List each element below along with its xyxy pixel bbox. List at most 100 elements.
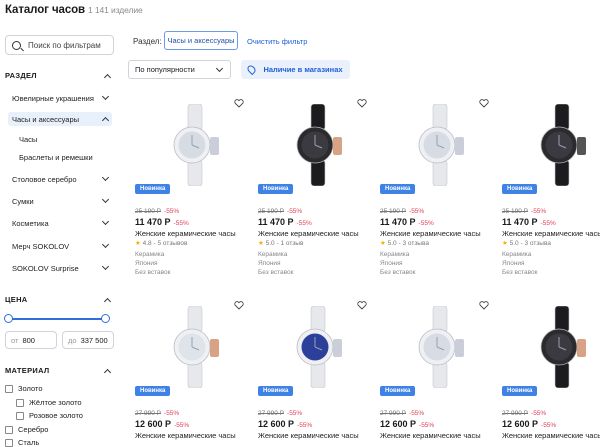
material-gold-checkbox[interactable]: Золото [5,384,43,393]
category-bags[interactable]: Сумки [8,194,112,208]
chevron-up-icon [103,368,112,376]
current-price: 12 600 Р -55% [258,419,312,429]
current-price: 11 470 Р -55% [380,217,434,227]
discount: -55% [409,410,425,417]
product-attributes: Керамика Япония Без вставок [135,250,171,277]
product-card[interactable]: Новинка 25 190 Р -55% 11 470 Р -55% Женски… [380,98,492,276]
material-header[interactable]: МАТЕРИАЛ [5,366,112,376]
price-header[interactable]: ЦЕНА [5,295,112,305]
new-badge: Новинка [502,184,538,194]
chevron-down-icon [101,195,110,204]
favorite-heart-icon[interactable] [357,300,367,310]
sort-select[interactable]: По популярности [128,60,231,79]
price-from-input[interactable]: от 800 [5,331,57,349]
product-name[interactable]: Женские керамические часы [258,229,359,238]
old-price: 27 990 Р -55% [135,410,179,417]
price-slider-track[interactable] [8,318,106,320]
attribute-material: Керамика [135,251,165,258]
star-icon: ★ [502,240,508,247]
old-price: 27 990 Р -55% [380,410,424,417]
favorite-heart-icon[interactable] [479,300,489,310]
product-name[interactable]: Женские керамические часы [380,431,481,440]
old-price-value: 25 190 Р [380,208,407,215]
category-label: Косметика [12,218,49,228]
checkbox-box [16,411,24,420]
product-card[interactable]: Новинка 25 190 Р -55% 11 470 Р -55% Женски… [135,98,247,276]
favorite-heart-icon[interactable] [234,98,244,108]
watch-image[interactable] [522,306,600,388]
favorite-heart-icon[interactable] [357,98,367,108]
checkbox-box [5,425,13,434]
star-icon: ★ [258,240,264,247]
discount: -55% [531,208,547,215]
product-name[interactable]: Женские керамические часы [258,431,359,440]
category-label: Столовое серебро [12,174,77,184]
product-card[interactable]: Новинка 27 990 Р -55% 12 600 Р -55% Женски… [258,300,370,447]
price-slider-min-handle[interactable] [4,314,13,323]
chevron-up-icon [103,73,112,81]
material-silver-checkbox[interactable]: Серебро [5,425,48,434]
product-card[interactable]: Новинка 25 190 Р -55% 11 470 Р -55% Женски… [502,98,600,276]
category-cosmetics[interactable]: Косметика [8,216,112,230]
section-title: РАЗДЕЛ [5,71,37,80]
category-jewelry[interactable]: Ювелирные украшения [8,91,112,105]
new-badge: Новинка [135,386,171,396]
checkbox-label: Серебро [18,425,49,434]
discount: -55% [531,410,547,417]
old-price-value: 25 190 Р [135,208,162,215]
filter-search-input[interactable]: Поиск по фильтрам [5,35,114,55]
material-steel-checkbox[interactable]: Сталь [5,438,39,447]
product-rating: ★ 5.0 - 1 отзыв [258,239,303,247]
product-card[interactable]: Новинка 27 990 Р -55% 12 600 Р -55% Женски… [380,300,492,447]
old-price: 27 990 Р -55% [502,410,546,417]
subcategory-watches[interactable]: Часы [19,135,37,144]
product-card[interactable]: Новинка 27 990 Р -55% 12 600 Р -55% Женски… [502,300,600,447]
attribute-material: Керамика [502,251,532,258]
category-label: Мерч SOKOLOV [12,241,70,251]
category-merch[interactable]: Мерч SOKOLOV [8,239,112,253]
material-rose-gold-checkbox[interactable]: Розовое золото [16,411,83,420]
store-availability-button[interactable]: Наличие в магазинах [241,60,350,79]
product-name[interactable]: Женские керамические часы [502,229,600,238]
subcategory-bracelets[interactable]: Браслеты и ремешки [19,153,93,162]
filter-search-placeholder: Поиск по фильтрам [28,40,101,50]
filter-label: Раздел: [133,37,162,46]
category-silverware[interactable]: Столовое серебро [8,172,112,186]
current-price-value: 12 600 Р [380,419,417,429]
product-name[interactable]: Женские керамические часы [502,431,600,440]
watch-image[interactable] [400,306,480,388]
product-card[interactable]: Новинка 27 990 Р -55% 12 600 Р -55% Женски… [135,300,247,447]
star-icon: ★ [380,240,386,247]
product-name[interactable]: Женские керамические часы [135,431,236,440]
old-price-value: 27 990 Р [258,410,285,417]
star-icon: ★ [135,240,141,247]
watch-image[interactable] [278,306,358,388]
material-yellow-gold-checkbox[interactable]: Жёлтое золото [16,398,82,407]
section-header[interactable]: РАЗДЕЛ [5,71,112,81]
category-watches[interactable]: Часы и аксессуары [8,112,112,126]
old-price-value: 27 990 Р [380,410,407,417]
active-filter-chip[interactable]: Часы и аксессуары [164,31,238,50]
product-rating: ★ 5.0 - 3 отзыва [502,239,551,247]
discount: -55% [297,422,313,429]
price-from-prefix: от [11,335,19,345]
favorite-heart-icon[interactable] [479,98,489,108]
search-icon [12,40,21,50]
price-to-prefix: до [68,335,77,345]
current-price-value: 12 600 Р [502,419,539,429]
favorite-heart-icon[interactable] [234,300,244,310]
product-name[interactable]: Женские керамические часы [380,229,481,238]
watch-image[interactable] [400,104,480,186]
checkbox-box [5,438,13,447]
price-to-input[interactable]: до 337 500 [62,331,114,349]
product-name[interactable]: Женские керамические часы [135,229,236,238]
current-price-value: 12 600 Р [258,419,295,429]
clear-filter-link[interactable]: Очистить фильтр [247,37,307,46]
watch-image[interactable] [278,104,358,186]
price-slider-max-handle[interactable] [101,314,110,323]
watch-image[interactable] [522,104,600,186]
watch-image[interactable] [155,104,235,186]
category-surprise[interactable]: SOKOLOV Surprise [8,261,112,275]
product-card[interactable]: Новинка 25 190 Р -55% 11 470 Р -55% Женски… [258,98,370,276]
watch-image[interactable] [155,306,235,388]
